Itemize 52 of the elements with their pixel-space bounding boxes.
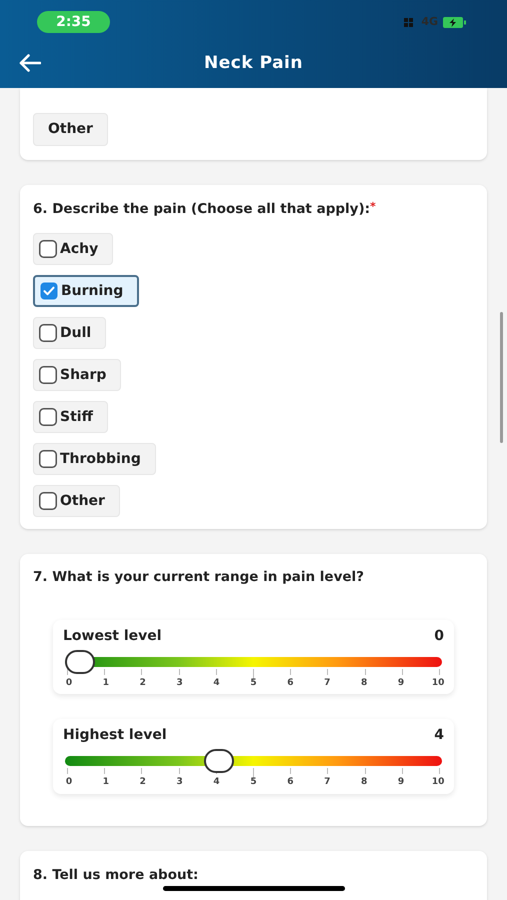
battery-charging-icon bbox=[443, 16, 467, 28]
tick-label: 3 bbox=[176, 676, 184, 690]
tick-label: 5 bbox=[249, 676, 258, 690]
tick-label: 10 bbox=[432, 676, 444, 690]
tick-label: 6 bbox=[286, 676, 294, 690]
checkbox-option[interactable]: Achy bbox=[33, 233, 114, 266]
tick-label: 7 bbox=[323, 676, 332, 690]
slider-thumb[interactable] bbox=[65, 650, 95, 674]
tick-label: 4 bbox=[212, 676, 221, 690]
checkbox-option[interactable]: Stiff bbox=[33, 401, 108, 434]
tick-label: 9 bbox=[396, 676, 406, 690]
tick-label: 9 bbox=[396, 776, 406, 789]
slider-value: 4 bbox=[434, 726, 444, 745]
slider-label: Lowest level bbox=[63, 626, 162, 646]
question-text: 8. Tell us more about: bbox=[33, 866, 200, 884]
tick-label: 6 bbox=[286, 776, 294, 789]
screen-title: Neck Pain bbox=[204, 52, 303, 76]
tick-label: 2 bbox=[138, 776, 147, 789]
checkbox-icon bbox=[39, 408, 57, 426]
checkbox-checked-icon bbox=[40, 282, 58, 300]
back-button[interactable] bbox=[18, 53, 42, 73]
tick-label: 5 bbox=[249, 776, 258, 789]
checkbox-option[interactable]: Dull bbox=[33, 317, 106, 350]
checkbox-option[interactable]: Other bbox=[33, 485, 120, 518]
checkbox-option[interactable]: Throbbing bbox=[33, 443, 156, 476]
slider-label: Highest level bbox=[63, 726, 167, 745]
checkbox-icon bbox=[39, 492, 57, 510]
tick-label: 8 bbox=[360, 776, 368, 789]
tick-label: 8 bbox=[360, 676, 368, 690]
checkbox-icon bbox=[39, 240, 57, 258]
network-label: 4G bbox=[421, 14, 438, 30]
slider-value: 0 bbox=[434, 626, 444, 646]
tick-label: 4 bbox=[212, 776, 221, 789]
tick-label: 3 bbox=[176, 776, 184, 789]
slider-thumb[interactable] bbox=[204, 749, 234, 773]
checkbox-option[interactable]: Sharp bbox=[33, 359, 122, 392]
tick-label: 0 bbox=[64, 776, 74, 789]
checkbox-icon bbox=[39, 366, 57, 384]
tick-label: 7 bbox=[323, 776, 332, 789]
question-text: 7. What is your current range in pain level? bbox=[33, 568, 365, 588]
checkbox-icon bbox=[39, 324, 57, 342]
checkbox-icon bbox=[39, 450, 57, 468]
tick-label: 0 bbox=[64, 676, 74, 690]
question-text: 6. Describe the pain (Choose all that apply):* bbox=[33, 199, 377, 219]
checkbox-option[interactable]: Burning bbox=[33, 275, 140, 308]
tick-label: 10 bbox=[432, 776, 444, 789]
status-time: 2:35 bbox=[37, 11, 110, 33]
back-arrow-icon bbox=[19, 54, 41, 72]
tick-label: 1 bbox=[102, 776, 110, 789]
tick-label: 1 bbox=[102, 676, 110, 690]
option-chip[interactable]: Other bbox=[33, 113, 108, 146]
tick-label: 2 bbox=[138, 676, 147, 690]
